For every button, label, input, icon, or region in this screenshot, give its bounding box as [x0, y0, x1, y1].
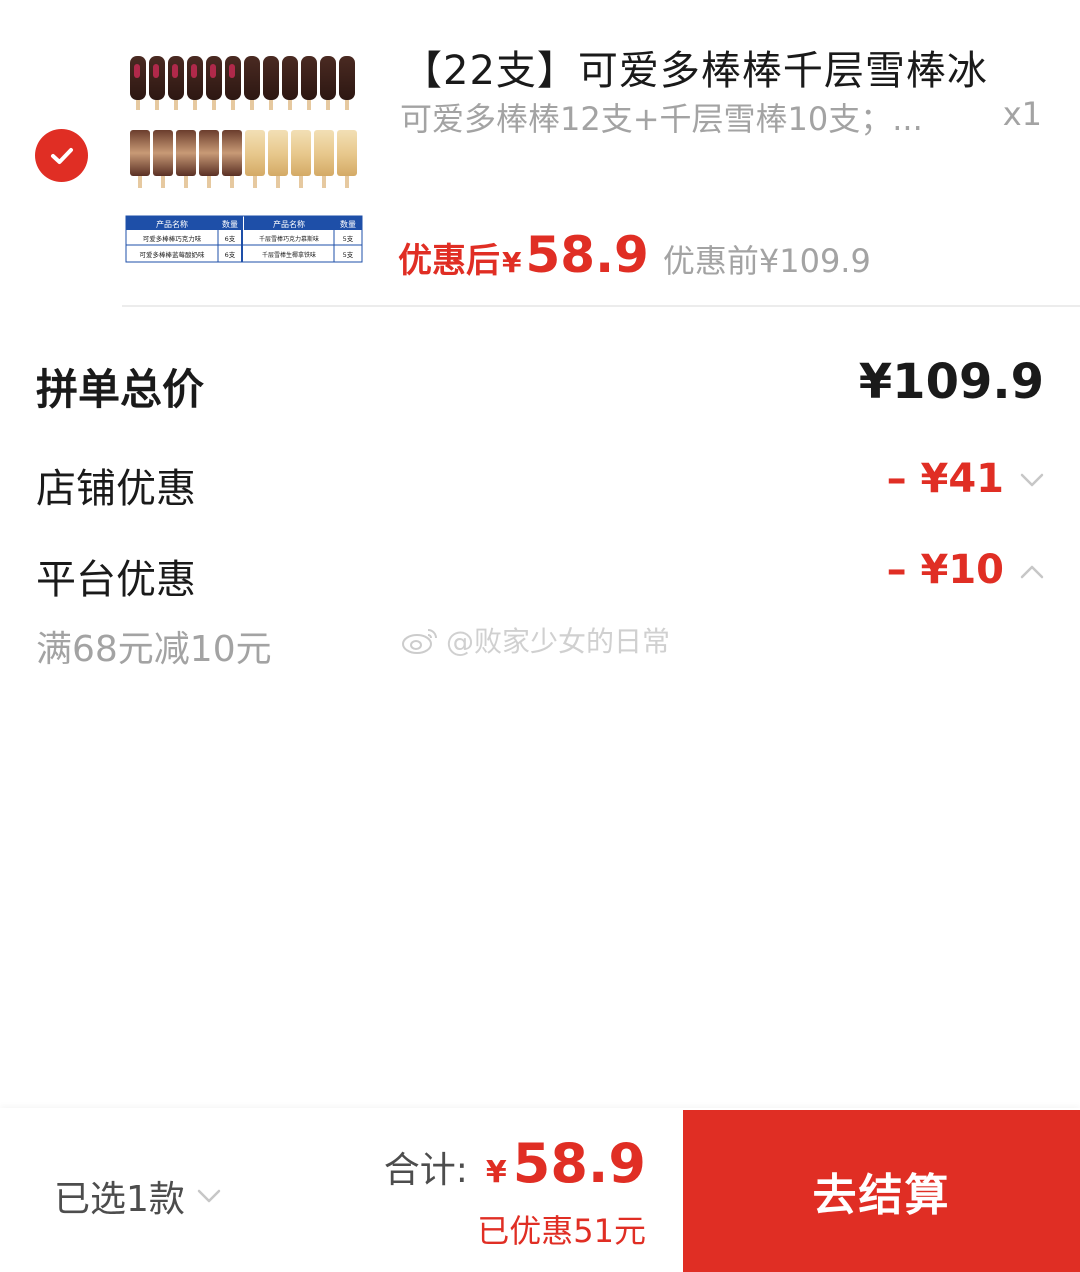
image-table-header: 产品名称 — [273, 219, 305, 229]
chevron-down-icon — [197, 1189, 221, 1203]
sum-currency: ¥ — [485, 1155, 507, 1190]
product-title[interactable]: 【22支】可爱多棒棒千层雪棒冰 — [402, 38, 1042, 96]
platform-discount-rule: 满68元减10元 — [36, 629, 272, 670]
after-discount-price: 58.9 — [525, 226, 649, 284]
divider — [122, 305, 1080, 307]
image-table-cell: 5支 — [343, 234, 354, 243]
shop-discount-value[interactable]: – ¥41 — [887, 456, 1004, 502]
after-discount-currency: ¥ — [502, 246, 522, 279]
chevron-down-icon[interactable] — [1018, 466, 1046, 494]
sum-row: 合计: ¥ 58.9 — [384, 1132, 646, 1195]
image-table-cell: 千层雪棒生椰拿铁味 — [262, 251, 316, 259]
checkout-button[interactable]: 去结算 — [683, 1110, 1080, 1272]
sum-label: 合计: — [383, 1150, 468, 1191]
selected-count-label: 已选1款 — [54, 1179, 185, 1220]
weibo-icon — [402, 629, 437, 654]
price-row: 优惠后 ¥ 58.9 优惠前¥109.9 — [398, 226, 871, 286]
order-total-label: 拼单总价 — [36, 365, 205, 414]
before-discount-price: 优惠前¥109.9 — [662, 242, 871, 280]
image-table-cell: 千层雪棒巧克力慕斯味 — [259, 235, 319, 243]
sum-value: 58.9 — [512, 1132, 646, 1195]
image-table-header: 数量 — [222, 219, 238, 229]
image-table-cell: 可爱多棒棒巧克力味 — [143, 234, 202, 243]
image-table-cell: 6支 — [225, 250, 236, 259]
product-spec[interactable]: 可爱多棒棒12支+千层雪棒10支；... — [400, 94, 940, 140]
image-table-cell: 6支 — [225, 234, 236, 243]
watermark: @败家少女的日常 — [400, 620, 670, 660]
watermark-text: @败家少女的日常 — [446, 625, 671, 658]
selected-count[interactable]: 已选1款 — [54, 1170, 223, 1222]
image-table-cell: 5支 — [343, 250, 354, 259]
after-discount-label: 优惠后 — [398, 241, 500, 281]
image-table-header: 产品名称 — [156, 219, 188, 229]
platform-discount-label: 平台优惠 — [36, 557, 196, 603]
saved-amount: 已优惠51元 — [477, 1212, 646, 1250]
check-icon — [50, 147, 73, 164]
cart-page: 产品名称 数量 产品名称 数量 可爱多棒棒巧克力味 6支 千层雪棒巧克力慕斯味 … — [0, 0, 1080, 1272]
image-table-cell: 可爱多棒棒蓝莓酸奶味 — [140, 250, 206, 259]
order-total-value: ¥109.9 — [858, 354, 1044, 410]
image-table-header: 数量 — [340, 219, 356, 229]
product-quantity[interactable]: x1 — [1003, 95, 1042, 133]
platform-discount-value[interactable]: – ¥10 — [887, 547, 1004, 593]
chevron-up-icon[interactable] — [1018, 558, 1046, 586]
product-image[interactable]: 产品名称 数量 产品名称 数量 可爱多棒棒巧克力味 6支 千层雪棒巧克力慕斯味 … — [124, 46, 364, 268]
select-checkbox[interactable] — [35, 129, 88, 182]
shop-discount-label: 店铺优惠 — [36, 466, 196, 512]
